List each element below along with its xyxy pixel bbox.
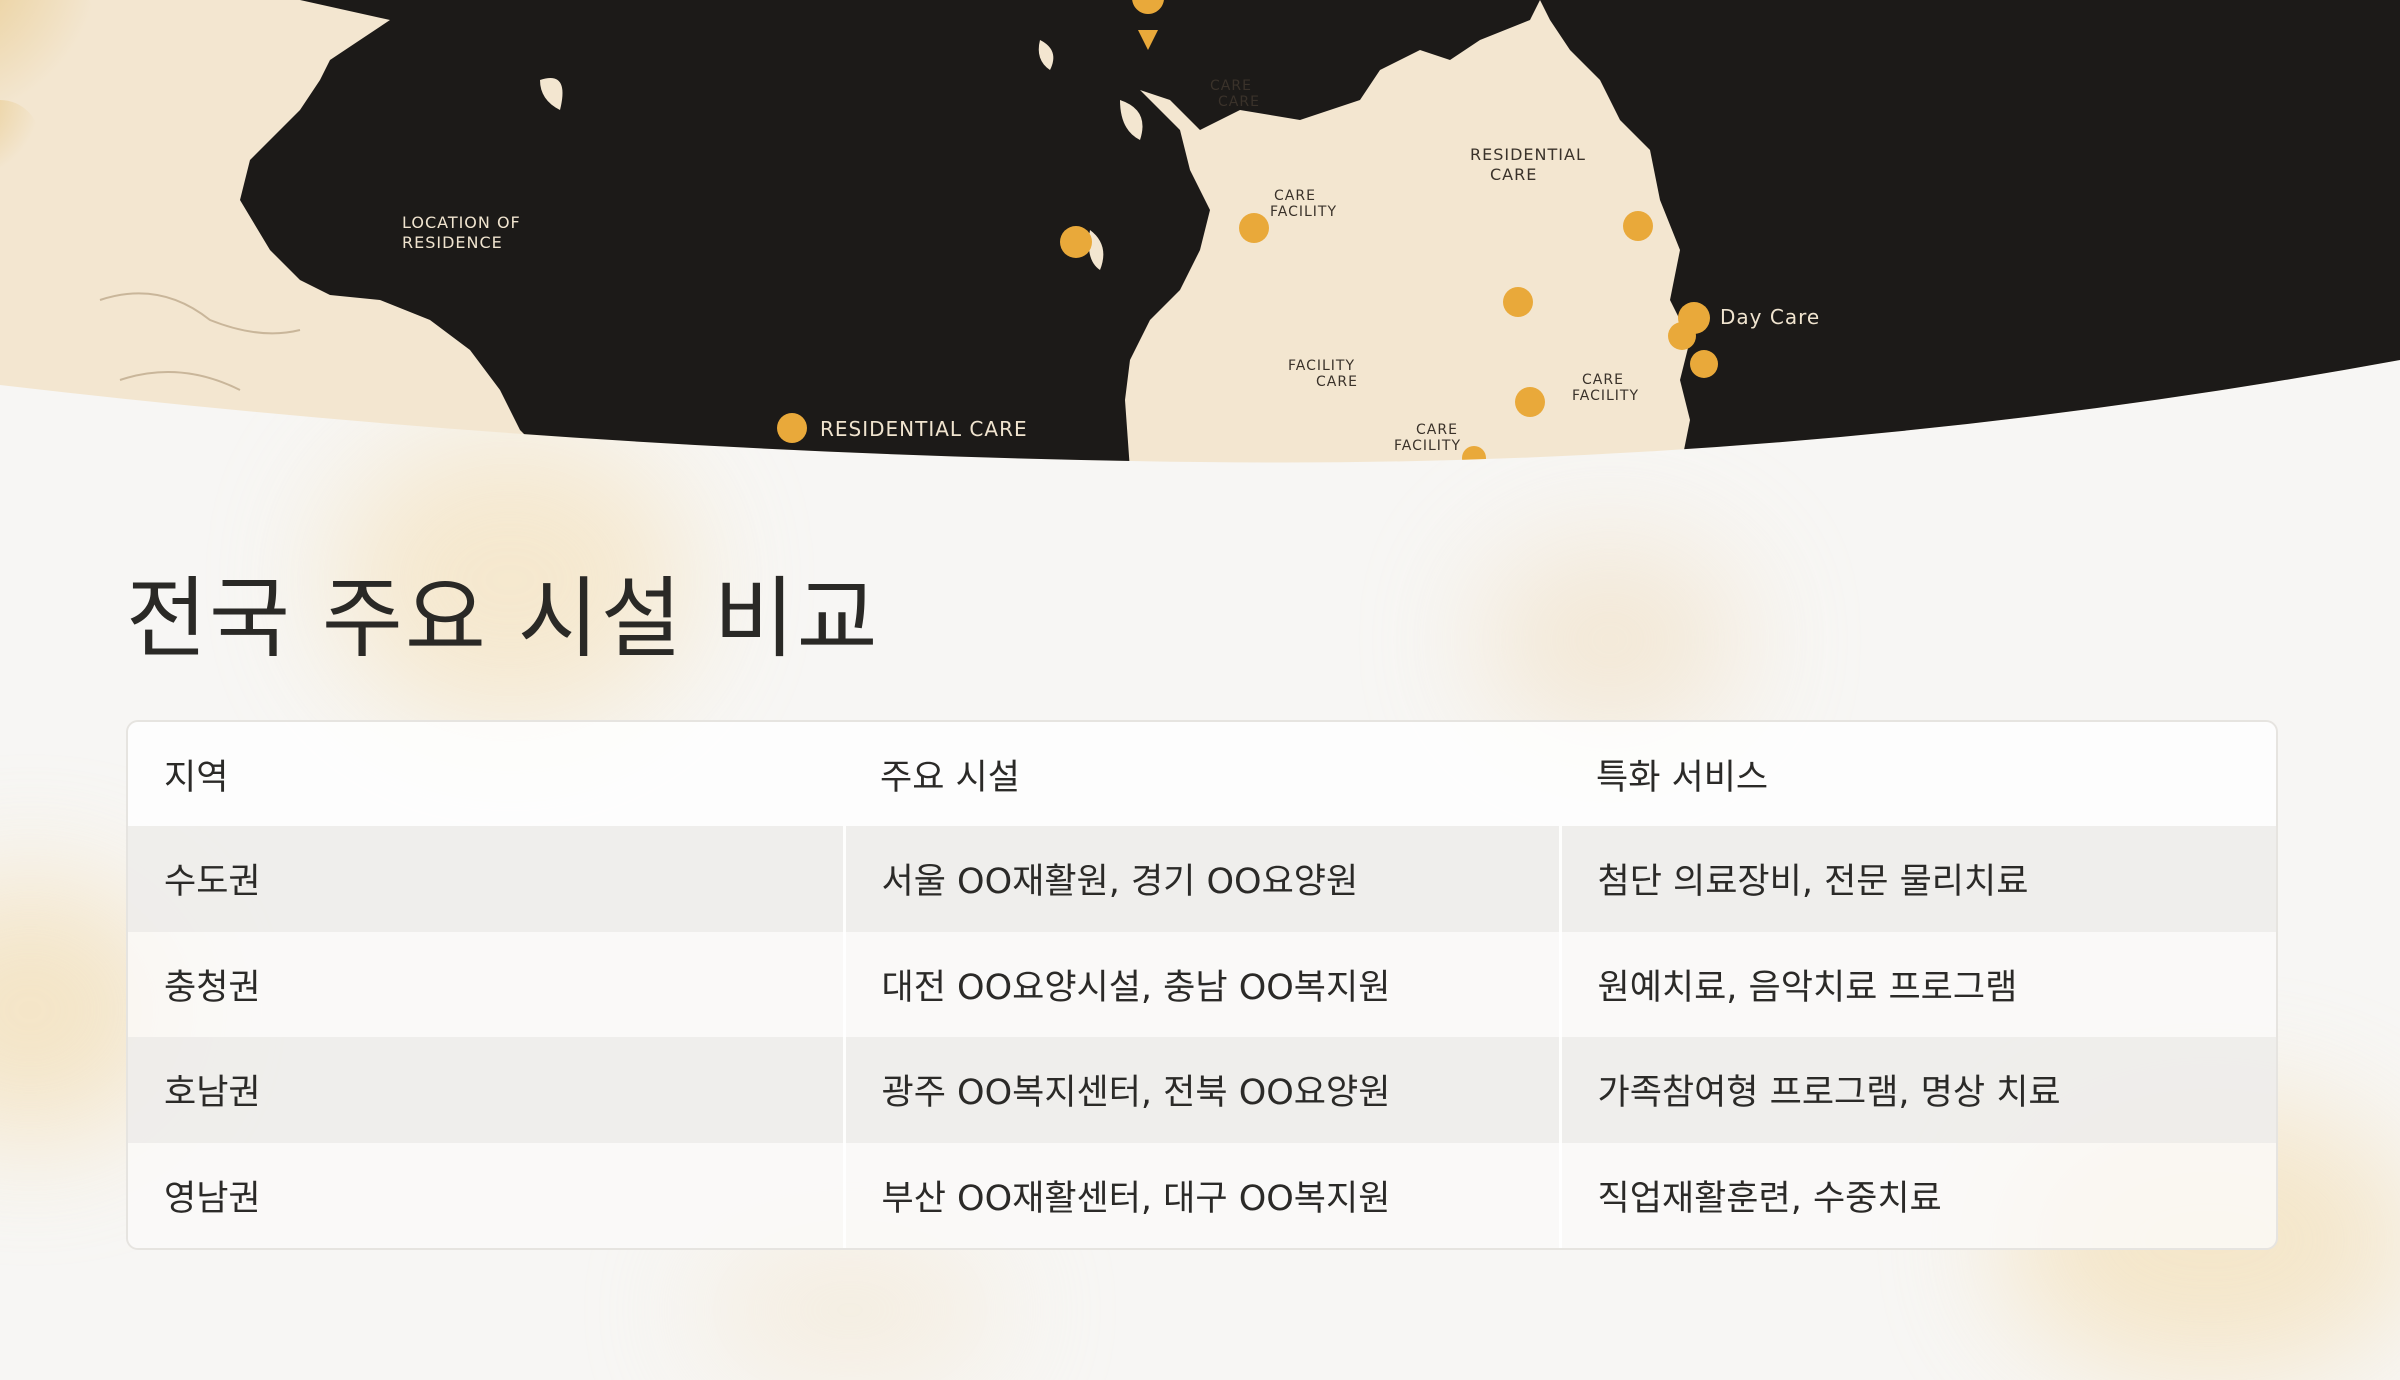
table-cell-region: 수도권 [128, 826, 844, 932]
map-pin-icon [1690, 350, 1718, 378]
table-row: 수도권 서울 OO재활원, 경기 OO요양원 첨단 의료장비, 전문 물리치료 [128, 826, 2276, 932]
map-label: RESIDENTIAL CARE [820, 417, 1028, 441]
map-pin-icon [1623, 211, 1653, 241]
column-header-region: 지역 [128, 722, 844, 826]
table-header-row: 지역 주요 시설 특화 서비스 [128, 722, 2276, 826]
table-row: 호남권 광주 OO복지센터, 전북 OO요양원 가족참여형 프로그램, 명상 치… [128, 1037, 2276, 1143]
table-cell-services: 직업재활훈련, 수중치료 [1558, 1142, 2276, 1248]
comparison-table: 지역 주요 시설 특화 서비스 수도권 서울 OO재활원, 경기 OO요양원 첨… [128, 722, 2276, 1248]
map-pin-icon [1503, 287, 1533, 317]
table-cell-facilities: 부산 OO재활센터, 대구 OO복지원 [842, 1142, 1560, 1248]
page-title: 전국 주요 시설 비교 [126, 567, 880, 670]
table-row: 영남권 부산 OO재활센터, 대구 OO복지원 직업재활훈련, 수중치료 [128, 1142, 2276, 1248]
map-label: Day Care [1720, 305, 1820, 329]
table-cell-services: 가족참여형 프로그램, 명상 치료 [1558, 1037, 2276, 1143]
facility-comparison-table: 지역 주요 시설 특화 서비스 수도권 서울 OO재활원, 경기 OO요양원 첨… [126, 720, 2278, 1250]
map-pin-icon [1668, 322, 1696, 350]
map-pin-icon [1462, 446, 1486, 463]
table-cell-facilities: 광주 OO복지센터, 전북 OO요양원 [842, 1037, 1560, 1143]
table-cell-facilities: 서울 OO재활원, 경기 OO요양원 [842, 826, 1560, 932]
column-header-facilities: 주요 시설 [844, 722, 1560, 826]
table-cell-region: 영남권 [128, 1142, 844, 1248]
map-pin-icon [1060, 226, 1092, 258]
table-cell-facilities: 대전 OO요양시설, 충남 OO복지원 [842, 931, 1560, 1037]
background-glow [700, 1240, 1000, 1380]
map-pin-icon [1239, 213, 1269, 243]
background-glow [1480, 540, 1740, 740]
hero-map-image: LOCATION OF RESIDENCE RESIDENTIAL CARE Day… [0, 0, 2400, 470]
table-cell-services: 원예치료, 음악치료 프로그램 [1558, 931, 2276, 1037]
table-row: 충청권 대전 OO요양시설, 충남 OO복지원 원예치료, 음악치료 프로그램 [128, 931, 2276, 1037]
column-header-services: 특화 서비스 [1560, 722, 2276, 826]
table-cell-region: 호남권 [128, 1037, 844, 1143]
map-pin-icon [1515, 387, 1545, 417]
table-cell-services: 첨단 의료장비, 전문 물리치료 [1558, 826, 2276, 932]
table-cell-region: 충청권 [128, 931, 844, 1037]
map-pin-icon [777, 413, 807, 443]
